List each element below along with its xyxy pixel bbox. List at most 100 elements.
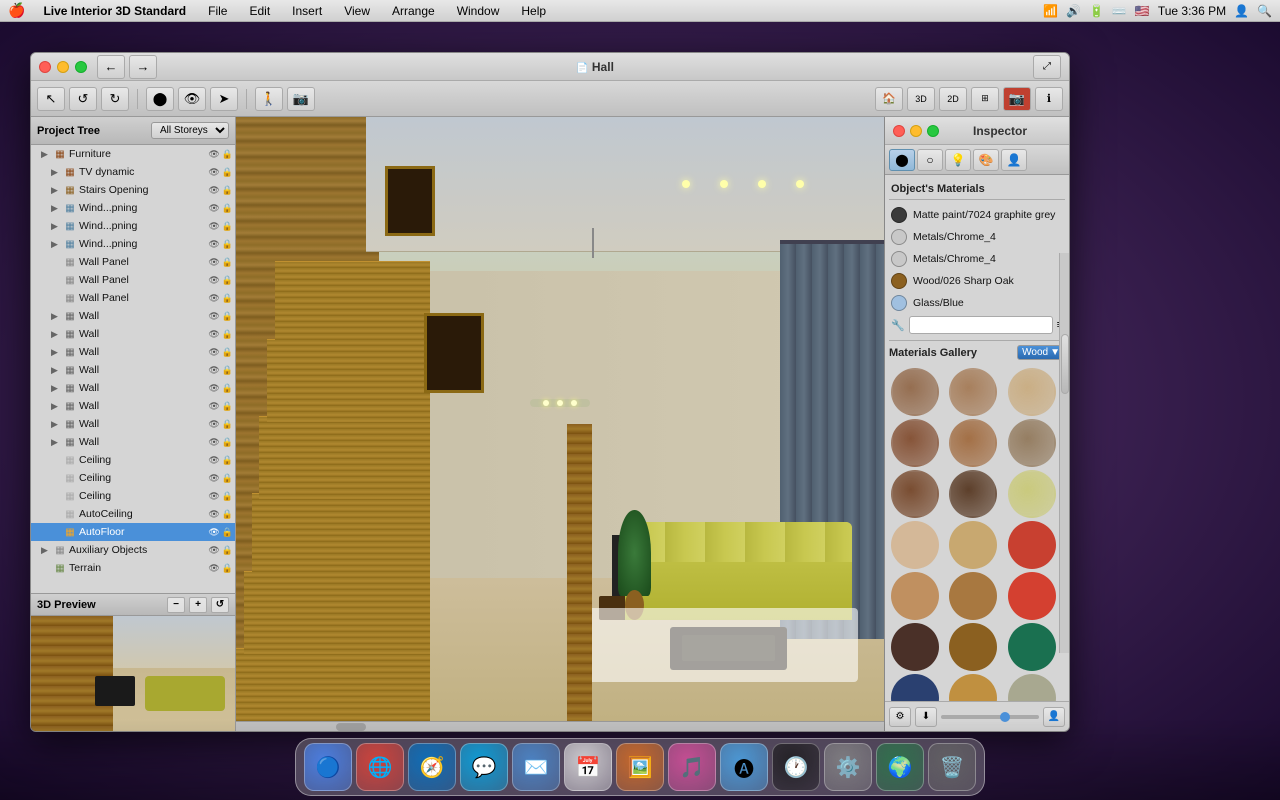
dock-item-itunes[interactable]: 🎵: [668, 743, 716, 791]
lock-icon-wind-pning-1[interactable]: 🔒: [222, 203, 233, 214]
visibility-icon-terrain[interactable]: 👁: [208, 563, 219, 574]
gallery-swatch-0[interactable]: [891, 368, 939, 416]
lock-icon-furniture[interactable]: 🔒: [222, 149, 233, 160]
visibility-icon-wall-panel-2[interactable]: 👁: [208, 275, 219, 286]
dock-item-clock[interactable]: 🕐: [772, 743, 820, 791]
search-icon[interactable]: 🔍: [1257, 4, 1272, 18]
maximize-button[interactable]: [75, 61, 87, 73]
menu-window[interactable]: Window: [453, 2, 504, 20]
dock-item-chrome[interactable]: 🌐: [356, 743, 404, 791]
tree-arrow-wall-6[interactable]: ▶: [51, 401, 63, 412]
gallery-swatch-7[interactable]: [949, 470, 997, 518]
lock-icon-wall-1[interactable]: 🔒: [222, 311, 233, 322]
close-button[interactable]: [39, 61, 51, 73]
tree-arrow-wall-8[interactable]: ▶: [51, 437, 63, 448]
eye-tool[interactable]: 👁: [178, 87, 206, 111]
lock-icon-ceiling-2[interactable]: 🔒: [222, 473, 233, 484]
tree-arrow-wall-4[interactable]: ▶: [51, 365, 63, 376]
inspector-scrollbar[interactable]: [1059, 253, 1069, 653]
arrow-tool[interactable]: ➤: [210, 87, 238, 111]
gallery-swatch-4[interactable]: [949, 419, 997, 467]
visibility-icon-wall-3[interactable]: 👁: [208, 347, 219, 358]
inspector-min-btn[interactable]: [910, 125, 922, 137]
gallery-swatch-9[interactable]: [891, 521, 939, 569]
gallery-swatch-1[interactable]: [949, 368, 997, 416]
dock-item-skype[interactable]: 💬: [460, 743, 508, 791]
gallery-swatch-8[interactable]: [1008, 470, 1056, 518]
lock-icon-wall-2[interactable]: 🔒: [222, 329, 233, 340]
undo-button[interactable]: ↺: [69, 87, 97, 111]
gallery-swatch-17[interactable]: [1008, 623, 1056, 671]
visibility-icon-stairs-opening[interactable]: 👁: [208, 185, 219, 196]
tree-item-ceiling-1[interactable]: ▦ Ceiling 👁 🔒: [31, 451, 235, 469]
tree-item-terrain[interactable]: ▦ Terrain 👁 🔒: [31, 559, 235, 577]
select-tool[interactable]: ↖: [37, 87, 65, 111]
visibility-icon-furniture[interactable]: 👁: [208, 149, 219, 160]
lock-icon-ceiling-1[interactable]: 🔒: [222, 455, 233, 466]
lock-icon-wall-8[interactable]: 🔒: [222, 437, 233, 448]
tree-item-furniture[interactable]: ▶ ▦ Furniture 👁 🔒: [31, 145, 235, 163]
visibility-icon-wind-pning-1[interactable]: 👁: [208, 203, 219, 214]
volume-icon[interactable]: 🔊: [1066, 4, 1081, 18]
gallery-swatch-6[interactable]: [891, 470, 939, 518]
tree-item-wind-pning-2[interactable]: ▶ ▦ Wind...pning 👁 🔒: [31, 217, 235, 235]
tree-item-wall-7[interactable]: ▶ ▦ Wall 👁 🔒: [31, 415, 235, 433]
gallery-swatch-14[interactable]: [1008, 572, 1056, 620]
visibility-icon-ceiling-2[interactable]: 👁: [208, 473, 219, 484]
visibility-icon-wall-5[interactable]: 👁: [208, 383, 219, 394]
battery-icon[interactable]: 🔋: [1089, 4, 1104, 18]
tree-item-wind-pning-3[interactable]: ▶ ▦ Wind...pning 👁 🔒: [31, 235, 235, 253]
visibility-icon-wall-6[interactable]: 👁: [208, 401, 219, 412]
lock-icon-auxiliary[interactable]: 🔒: [222, 545, 233, 556]
lock-icon-wall-panel-2[interactable]: 🔒: [222, 275, 233, 286]
keyboard-icon[interactable]: ⌨️: [1112, 4, 1127, 18]
visibility-icon-auxiliary[interactable]: 👁: [208, 545, 219, 556]
tree-arrow-wind-pning-1[interactable]: ▶: [51, 203, 63, 214]
tree-arrow-wall-5[interactable]: ▶: [51, 383, 63, 394]
menu-arrange[interactable]: Arrange: [388, 2, 439, 20]
gallery-dropdown[interactable]: Wood ▼: [1017, 345, 1065, 360]
gallery-swatch-3[interactable]: [891, 419, 939, 467]
refresh-btn[interactable]: ↺: [211, 597, 229, 613]
gallery-swatch-2[interactable]: [1008, 368, 1056, 416]
size-slider[interactable]: [941, 715, 1039, 719]
visibility-icon-wall-4[interactable]: 👁: [208, 365, 219, 376]
tree-item-wind-pning-1[interactable]: ▶ ▦ Wind...pning 👁 🔒: [31, 199, 235, 217]
visibility-icon-wall-panel-3[interactable]: 👁: [208, 293, 219, 304]
tree-item-tv-dynamic[interactable]: ▶ ▦ TV dynamic 👁 🔒: [31, 163, 235, 181]
inspector-max-btn[interactable]: [927, 125, 939, 137]
visibility-icon-ceiling-1[interactable]: 👁: [208, 455, 219, 466]
inspector-close-btn[interactable]: [893, 125, 905, 137]
lock-icon-wall-6[interactable]: 🔒: [222, 401, 233, 412]
redo-button[interactable]: ↻: [101, 87, 129, 111]
lock-icon-wind-pning-2[interactable]: 🔒: [222, 221, 233, 232]
dock-item-trash[interactable]: 🗑️: [928, 743, 976, 791]
gallery-swatch-11[interactable]: [1008, 521, 1056, 569]
tree-item-ceiling-2[interactable]: ▦ Ceiling 👁 🔒: [31, 469, 235, 487]
visibility-icon-wind-pning-3[interactable]: 👁: [208, 239, 219, 250]
gallery-swatch-16[interactable]: [949, 623, 997, 671]
dock-item-finder[interactable]: 🔵: [304, 743, 352, 791]
visibility-icon-wall-7[interactable]: 👁: [208, 419, 219, 430]
tree-item-stairs-opening[interactable]: ▶ ▦ Stairs Opening 👁 🔒: [31, 181, 235, 199]
lock-icon-auto-ceiling[interactable]: 🔒: [222, 509, 233, 520]
tree-item-wall-3[interactable]: ▶ ▦ Wall 👁 🔒: [31, 343, 235, 361]
dock-item-earth[interactable]: 🌍: [876, 743, 924, 791]
tree-item-ceiling-3[interactable]: ▦ Ceiling 👁 🔒: [31, 487, 235, 505]
inspector-tab-person[interactable]: 👤: [1001, 149, 1027, 171]
wifi-icon[interactable]: 📶: [1043, 4, 1058, 18]
user-icon[interactable]: 👤: [1234, 4, 1249, 18]
dock-item-calendar[interactable]: 📅: [564, 743, 612, 791]
visibility-icon-wall-2[interactable]: 👁: [208, 329, 219, 340]
lock-icon-ceiling-3[interactable]: 🔒: [222, 491, 233, 502]
dock-item-prefs[interactable]: ⚙️: [824, 743, 872, 791]
gallery-swatch-20[interactable]: [1008, 674, 1056, 701]
tree-item-auto-floor[interactable]: ▦ AutoFloor 👁 🔒: [31, 523, 235, 541]
info-btn[interactable]: ℹ: [1035, 87, 1063, 111]
home-icon-btn[interactable]: 🏠: [875, 87, 903, 111]
lock-icon-wall-4[interactable]: 🔒: [222, 365, 233, 376]
material-item-mat-glass[interactable]: Glass/Blue: [889, 292, 1065, 314]
gallery-swatch-19[interactable]: [949, 674, 997, 701]
tree-arrow-wall-3[interactable]: ▶: [51, 347, 63, 358]
visibility-icon-wall-8[interactable]: 👁: [208, 437, 219, 448]
